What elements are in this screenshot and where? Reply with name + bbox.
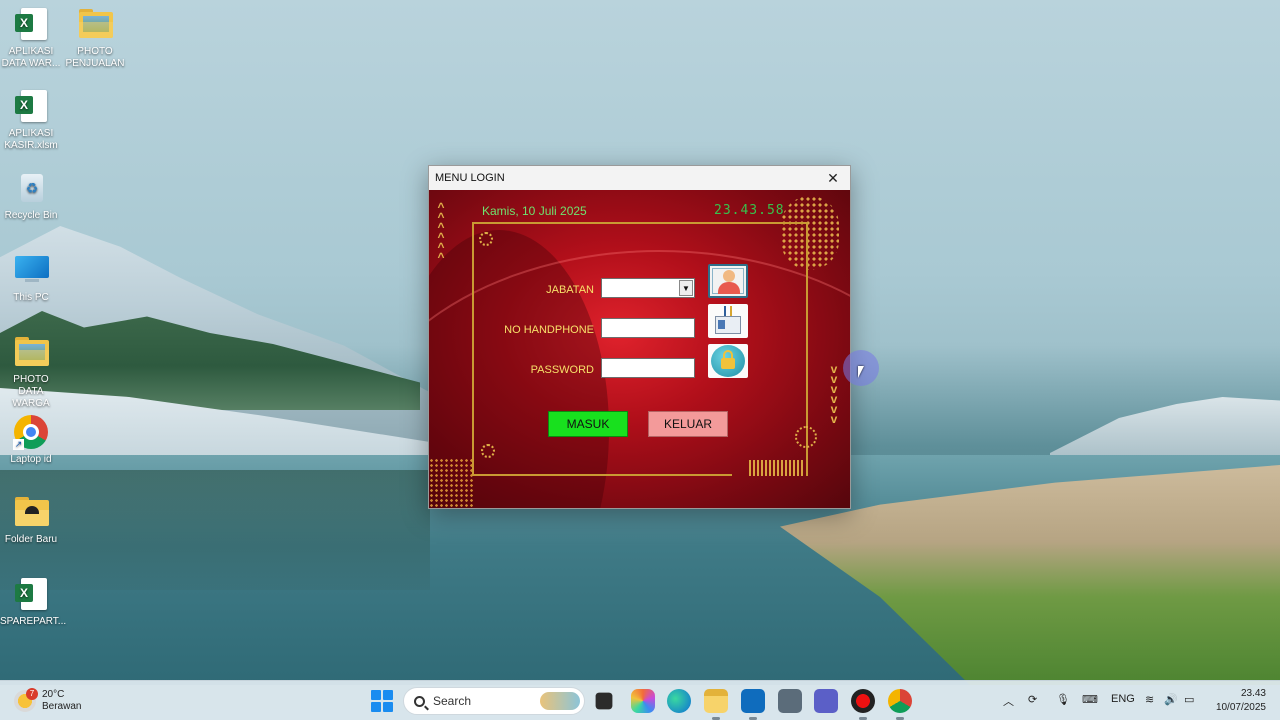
lock-icon bbox=[708, 344, 748, 378]
excel-file-icon: X bbox=[13, 576, 49, 612]
desktop-icon-label: Folder Baru bbox=[4, 534, 58, 545]
wallpaper-grass bbox=[780, 465, 1280, 685]
desktop-icon-label: PHOTO DATA WARGA bbox=[12, 374, 50, 409]
wallpaper-mountain-right bbox=[1050, 397, 1280, 460]
notification-badge: 7 bbox=[26, 688, 38, 700]
taskbar-clock[interactable]: 23.43 10/07/2025 bbox=[1204, 687, 1266, 715]
volume-icon[interactable]: 🔊 bbox=[1164, 693, 1178, 706]
sync-icon[interactable]: ⟳ bbox=[1028, 693, 1037, 706]
dialog-title: MENU LOGIN bbox=[435, 172, 505, 184]
monitor-icon bbox=[13, 252, 49, 288]
chrome-icon: ↗ bbox=[13, 414, 49, 450]
desktop-icon-label: Laptop id bbox=[10, 454, 52, 465]
wallpaper-mountain-left bbox=[0, 226, 430, 460]
battery-icon[interactable]: ▭ bbox=[1184, 693, 1194, 706]
desktop-icon-aplikasi-data-warga[interactable]: X APLIKASI DATA WAR... bbox=[0, 6, 62, 70]
outlook-icon[interactable] bbox=[741, 689, 765, 713]
id-badge-icon bbox=[708, 304, 748, 338]
file-explorer-taskbar-icon[interactable] bbox=[595, 692, 613, 710]
jabatan-select[interactable]: ▼ bbox=[601, 278, 695, 298]
excel-file-icon: X bbox=[13, 6, 49, 42]
weather-widget[interactable]: 7 20°C Berawan bbox=[14, 686, 81, 716]
teams-icon[interactable] bbox=[814, 689, 838, 713]
folder-taskbar-icon[interactable] bbox=[704, 689, 728, 713]
jabatan-label: JABATAN bbox=[546, 284, 594, 296]
password-input[interactable] bbox=[601, 358, 695, 378]
login-dialog: MENU LOGIN ✕ ^ ^ ^ ^ ^ ^ vvvvvv Kamis, 10 Jul… bbox=[428, 165, 851, 509]
search-highlight-image bbox=[540, 692, 580, 710]
keluar-button[interactable]: KELUAR bbox=[648, 411, 728, 437]
chevron-up-icon[interactable]: ︿ bbox=[1003, 693, 1014, 709]
taskbar: 7 20°C Berawan Search ︿ ⟳ 🎙 ⌨ ENG ≋ 🔊 ▭ … bbox=[0, 680, 1280, 720]
wallpaper-snow bbox=[0, 388, 430, 460]
copilot-icon[interactable] bbox=[631, 689, 655, 713]
password-label: PASSWORD bbox=[530, 364, 594, 376]
shortcut-arrow-icon: ↗ bbox=[13, 439, 24, 450]
desktop-icon-label: Recycle Bin bbox=[4, 210, 58, 221]
weather-temperature: 20°C bbox=[42, 689, 65, 700]
search-placeholder: Search bbox=[433, 694, 472, 708]
folder-icon bbox=[13, 494, 49, 530]
language-indicator[interactable]: ENG bbox=[1111, 693, 1135, 705]
desktop-icon-photo-penjualan[interactable]: PHOTO PENJUALAN bbox=[64, 6, 126, 70]
keyboard-icon[interactable]: ⌨ bbox=[1082, 693, 1098, 706]
desktop-icon-label: This PC bbox=[13, 292, 49, 303]
desktop-icon-folder-baru[interactable]: Folder Baru bbox=[0, 494, 62, 546]
dialog-titlebar[interactable]: MENU LOGIN ✕ bbox=[429, 166, 850, 190]
start-button[interactable] bbox=[371, 690, 393, 712]
decor-gold-line bbox=[472, 474, 732, 476]
desktop-icon-label: APLIKASI DATA WAR... bbox=[1, 46, 61, 69]
desktop-icon-label: SPAREPART... bbox=[0, 616, 67, 627]
desktop-icon-photo-data-warga[interactable]: PHOTO DATA WARGA bbox=[0, 334, 62, 410]
clock-display: 23.43.58 bbox=[714, 203, 785, 218]
close-button[interactable]: ✕ bbox=[822, 168, 844, 188]
search-icon bbox=[414, 695, 425, 707]
folder-icon bbox=[13, 334, 49, 370]
weather-partly-cloudy-icon: 7 bbox=[14, 688, 38, 712]
dropdown-arrow-icon[interactable]: ▼ bbox=[679, 280, 693, 296]
date-display: Kamis, 10 Juli 2025 bbox=[482, 204, 587, 218]
mouse-cursor-icon bbox=[858, 366, 864, 378]
desktop-icon-laptop-id[interactable]: ↗ Laptop id bbox=[0, 414, 62, 466]
decor-ring-icon bbox=[795, 426, 817, 448]
user-icon bbox=[708, 264, 748, 298]
desktop-icon-aplikasi-kasir[interactable]: X APLIKASI KASIR.xlsm bbox=[0, 88, 62, 152]
masuk-button[interactable]: MASUK bbox=[548, 411, 628, 437]
decor-ring-icon bbox=[481, 444, 495, 458]
wifi-icon[interactable]: ≋ bbox=[1145, 693, 1154, 706]
camera-icon[interactable] bbox=[778, 689, 802, 713]
handphone-input[interactable] bbox=[601, 318, 695, 338]
weather-description: Berawan bbox=[42, 701, 82, 712]
decor-stripes bbox=[749, 460, 805, 476]
clock-time: 23.43 bbox=[1240, 688, 1266, 699]
microphone-icon[interactable]: 🎙 bbox=[1056, 693, 1070, 706]
decor-gold-frame bbox=[472, 222, 808, 476]
taskbar-search[interactable]: Search bbox=[403, 687, 585, 715]
decor-dots-bottom-left bbox=[429, 458, 473, 508]
folder-icon bbox=[77, 6, 113, 42]
desktop-icon-label: APLIKASI KASIR.xlsm bbox=[4, 128, 58, 151]
record-icon[interactable] bbox=[851, 689, 875, 713]
edge-icon[interactable] bbox=[667, 689, 691, 713]
login-panel: ^ ^ ^ ^ ^ ^ vvvvvv Kamis, 10 Juli 2025 23.43.… bbox=[429, 190, 850, 508]
wallpaper-reflection bbox=[0, 470, 430, 590]
wallpaper-forest bbox=[0, 311, 420, 410]
decor-ring-icon bbox=[479, 232, 493, 246]
handphone-label: NO HANDPHONE bbox=[504, 324, 594, 336]
chrome-taskbar-icon[interactable] bbox=[888, 689, 912, 713]
chevron-up-icon: ^ ^ ^ ^ ^ ^ bbox=[437, 200, 445, 264]
desktop-icon-recycle-bin[interactable]: ♻ Recycle Bin bbox=[0, 170, 62, 222]
chevron-down-icon: vvvvvv bbox=[830, 362, 838, 426]
desktop-icon-this-pc[interactable]: This PC bbox=[0, 252, 62, 304]
excel-file-icon: X bbox=[13, 88, 49, 124]
recycle-bin-icon: ♻ bbox=[13, 170, 49, 206]
desktop-icon-label: PHOTO PENJUALAN bbox=[65, 46, 125, 69]
clock-date: 10/07/2025 bbox=[1215, 702, 1266, 713]
desktop-icon-sparepart[interactable]: X SPAREPART... bbox=[0, 576, 67, 628]
